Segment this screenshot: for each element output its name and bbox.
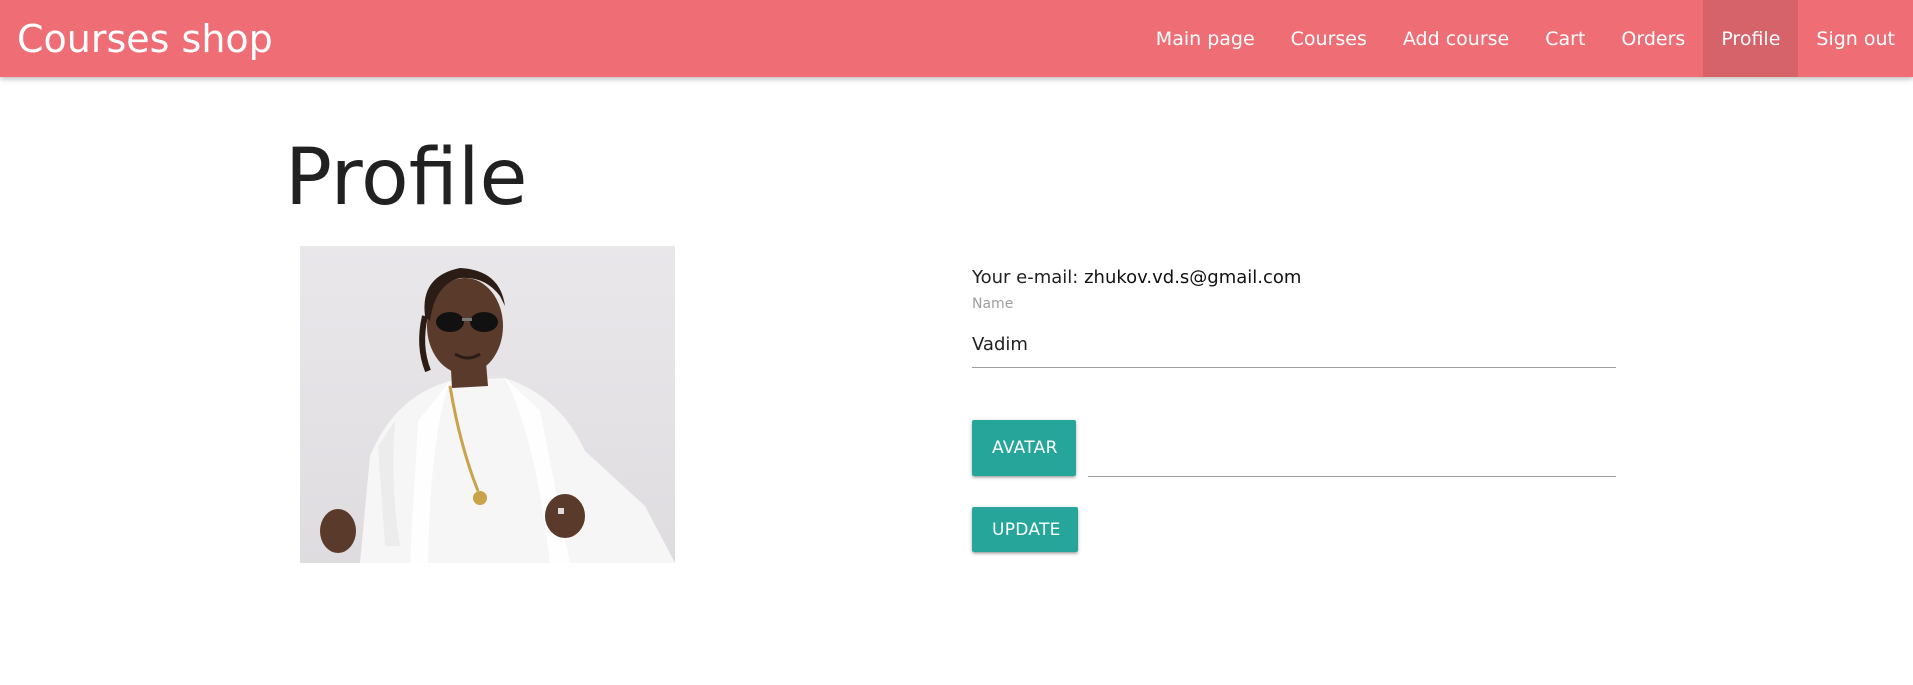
avatar-upload-button[interactable]: Avatar (972, 420, 1076, 476)
email-label: Your e-mail: (972, 267, 1079, 288)
nav-link-profile[interactable]: Profile (1703, 0, 1799, 77)
nav-link-add-course[interactable]: Add course (1385, 0, 1527, 77)
nav-links: Main page Courses Add course Cart Orders… (1138, 0, 1913, 77)
nav-link-main-page[interactable]: Main page (1138, 0, 1273, 77)
nav-link-orders[interactable]: Orders (1603, 0, 1703, 77)
avatar-file-path-input[interactable] (1088, 430, 1616, 477)
nav-link-cart[interactable]: Cart (1527, 0, 1603, 77)
email-value: zhukov.vd.s@gmail.com (1084, 267, 1302, 288)
nav-link-courses[interactable]: Courses (1273, 0, 1385, 77)
update-button[interactable]: Update (972, 507, 1078, 552)
name-input[interactable] (972, 322, 1616, 368)
name-field-label: Name (972, 296, 1014, 312)
brand-logo[interactable]: Courses shop (17, 13, 273, 65)
top-navbar: Courses shop Main page Courses Add cours… (0, 0, 1913, 77)
page-title: Profile (285, 133, 528, 223)
email-line: Your e-mail: zhukov.vd.s@gmail.com (972, 267, 1301, 288)
profile-avatar-image (300, 246, 675, 563)
nav-link-sign-out[interactable]: Sign out (1798, 0, 1913, 77)
